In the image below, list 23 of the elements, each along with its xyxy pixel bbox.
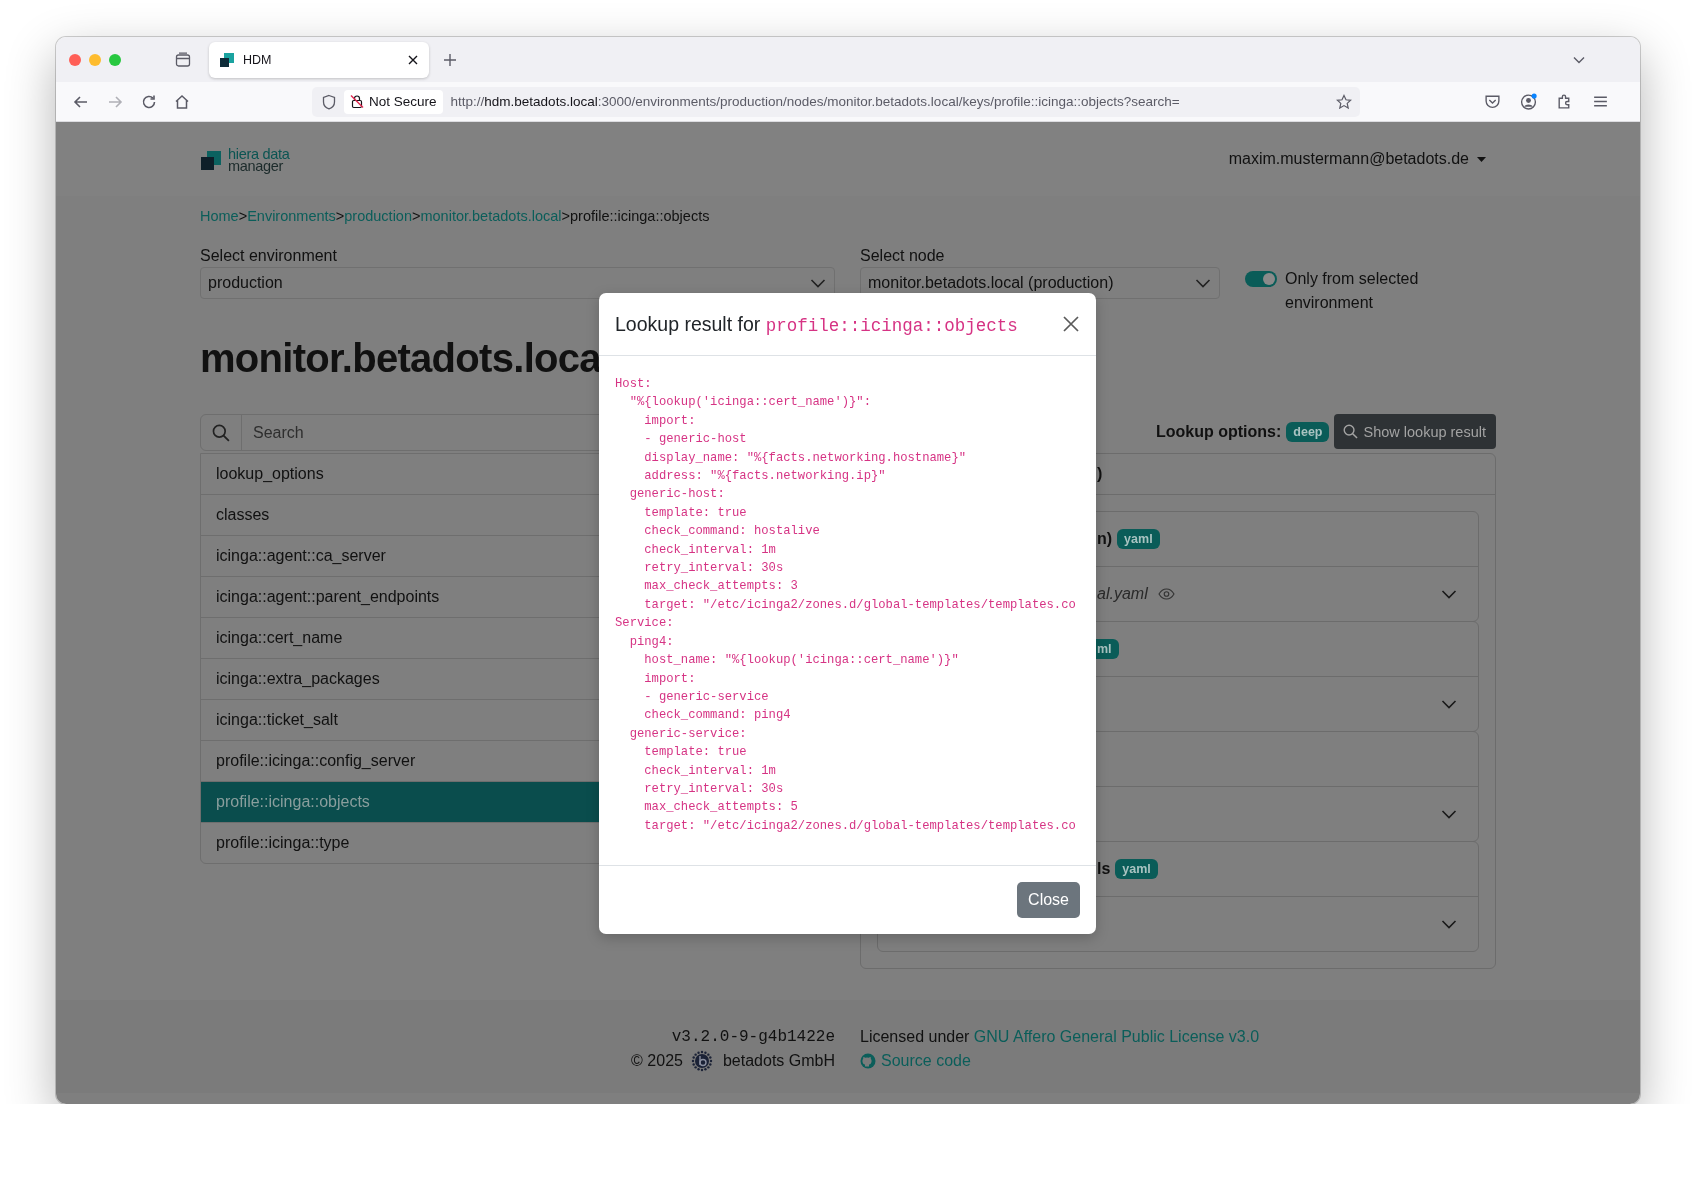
logo-text: hiera data manager bbox=[228, 148, 290, 172]
copyright-text: © 2025 bbox=[631, 1051, 683, 1071]
lookup-options-label: Lookup options: bbox=[1156, 422, 1282, 441]
breadcrumb-separator: > bbox=[561, 208, 570, 224]
page-title: monitor.betadots.loca bbox=[200, 335, 601, 382]
breadcrumb-separator: > bbox=[335, 208, 345, 224]
badge: yaml bbox=[1115, 859, 1158, 879]
badge: deep bbox=[1286, 421, 1330, 442]
company-name: betadots GmbH bbox=[722, 1051, 835, 1071]
breadcrumb-separator: > bbox=[238, 208, 248, 224]
card-title: ) bbox=[1097, 465, 1103, 483]
version-text: v3.2.0-9-g4b1422e bbox=[671, 1027, 835, 1048]
breadcrumb-separator: > bbox=[412, 208, 421, 224]
file-path: al.yaml bbox=[1097, 585, 1148, 603]
toggle-label: Only from selected environment bbox=[1285, 269, 1420, 313]
breadcrumb-current: profile::icinga::objects bbox=[570, 208, 710, 224]
license-text: Licensed under GNU Affero General Public License v3.0 bbox=[860, 1027, 1261, 1047]
field-label: Select node bbox=[860, 246, 946, 266]
level-title: n) bbox=[1097, 530, 1113, 548]
level-title: ls bbox=[1097, 860, 1111, 878]
badge: yaml bbox=[1117, 529, 1160, 549]
field-label: Select environment bbox=[200, 246, 338, 266]
modal-title: Lookup result for profile::icinga::objects bbox=[615, 312, 1018, 336]
